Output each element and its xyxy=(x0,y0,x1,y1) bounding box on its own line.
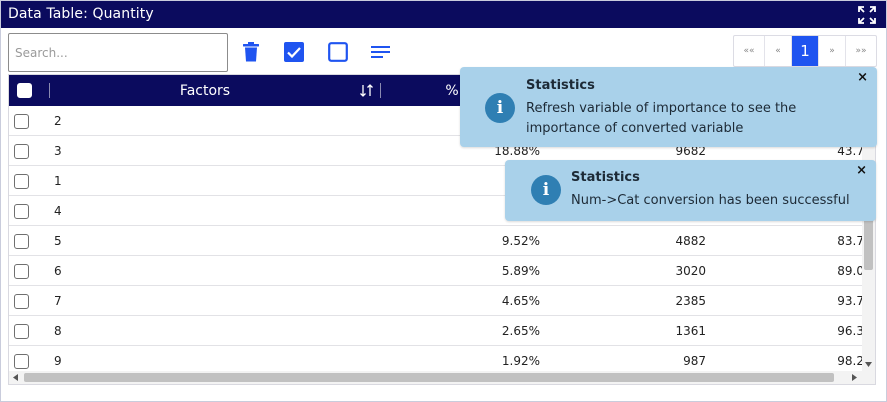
cumulative-cell: 83.7 xyxy=(837,234,864,248)
table-row[interactable]: 5 9.52% 4882 83.7 xyxy=(9,226,864,256)
count-cell: 2385 xyxy=(675,294,706,308)
row-checkbox[interactable] xyxy=(14,316,29,346)
row-checkbox[interactable] xyxy=(14,226,29,256)
percent-column-header[interactable]: % xyxy=(445,75,459,106)
scroll-left-arrow-icon[interactable] xyxy=(13,374,18,381)
deselect-checkbox-icon[interactable] xyxy=(327,41,349,63)
factor-cell: 6 xyxy=(54,264,62,278)
table-row[interactable]: 7 4.65% 2385 93.7 xyxy=(9,286,864,316)
current-page-button[interactable]: 1 xyxy=(792,36,819,66)
close-icon[interactable]: × xyxy=(857,70,868,85)
last-page-button[interactable]: »» xyxy=(846,36,876,66)
toast-message: Refresh variable of importance to see th… xyxy=(526,101,797,136)
percent-cell: 4.65% xyxy=(501,294,540,308)
search-input[interactable] xyxy=(8,33,228,72)
header-select-all-checkbox[interactable] xyxy=(14,75,34,106)
close-icon[interactable]: × xyxy=(856,163,867,178)
percent-cell: 2.65% xyxy=(501,324,540,338)
toast-title: Statistics xyxy=(571,170,640,185)
percent-cell: 9.52% xyxy=(501,234,540,248)
count-cell: 3020 xyxy=(675,264,706,278)
horizontal-scrollbar[interactable] xyxy=(9,371,875,384)
table-row[interactable]: 6 5.89% 3020 89.0 xyxy=(9,256,864,286)
panel-title: Data Table: Quantity xyxy=(8,6,154,22)
row-checkbox[interactable] xyxy=(14,196,29,226)
factor-cell: 1 xyxy=(54,174,62,188)
horizontal-scroll-thumb[interactable] xyxy=(24,373,834,382)
row-checkbox[interactable] xyxy=(14,256,29,286)
factor-cell: 7 xyxy=(54,294,62,308)
count-cell: 1361 xyxy=(675,324,706,338)
toast-notification: i Statistics Refresh variable of importa… xyxy=(460,67,877,147)
cumulative-cell: 93.7 xyxy=(837,294,864,308)
factor-cell: 5 xyxy=(54,234,62,248)
row-checkbox[interactable] xyxy=(14,166,29,196)
trash-icon[interactable] xyxy=(240,41,262,63)
toast-message: Num->Cat conversion has been successful xyxy=(571,193,850,208)
factor-cell: 3 xyxy=(54,144,62,158)
toast-title: Statistics xyxy=(526,78,595,93)
row-checkbox[interactable] xyxy=(14,286,29,316)
row-checkbox[interactable] xyxy=(14,136,29,166)
scroll-right-arrow-icon[interactable] xyxy=(852,374,857,381)
prev-page-button[interactable]: « xyxy=(765,36,792,66)
row-checkbox[interactable] xyxy=(14,106,29,136)
info-icon: i xyxy=(531,175,561,205)
factor-cell: 4 xyxy=(54,204,62,218)
text-align-icon[interactable] xyxy=(370,41,392,63)
scroll-down-arrow-icon[interactable] xyxy=(865,362,872,367)
pagination: «« « 1 » »» xyxy=(733,35,877,67)
first-page-button[interactable]: «« xyxy=(734,36,765,66)
data-table-panel: Data Table: Quantity Search... «« « 1 » … xyxy=(0,0,887,402)
percent-cell: 5.89% xyxy=(501,264,540,278)
title-bar: Data Table: Quantity xyxy=(1,1,886,28)
count-cell: 4882 xyxy=(675,234,706,248)
factors-column-header[interactable]: Factors xyxy=(50,75,360,106)
cumulative-cell: 89.0 xyxy=(837,264,864,278)
next-page-button[interactable]: » xyxy=(819,36,846,66)
factor-cell: 8 xyxy=(54,324,62,338)
select-all-checkbox-icon[interactable] xyxy=(283,41,305,63)
sort-icon[interactable] xyxy=(357,75,375,106)
table-row[interactable]: 8 2.65% 1361 96.3 xyxy=(9,316,864,346)
toast-notification: i Statistics Num->Cat conversion has bee… xyxy=(505,160,876,221)
expand-icon[interactable] xyxy=(858,6,876,24)
info-icon: i xyxy=(485,93,515,123)
cumulative-cell: 96.3 xyxy=(837,324,864,338)
factor-cell: 2 xyxy=(54,114,62,128)
column-divider xyxy=(380,83,381,98)
